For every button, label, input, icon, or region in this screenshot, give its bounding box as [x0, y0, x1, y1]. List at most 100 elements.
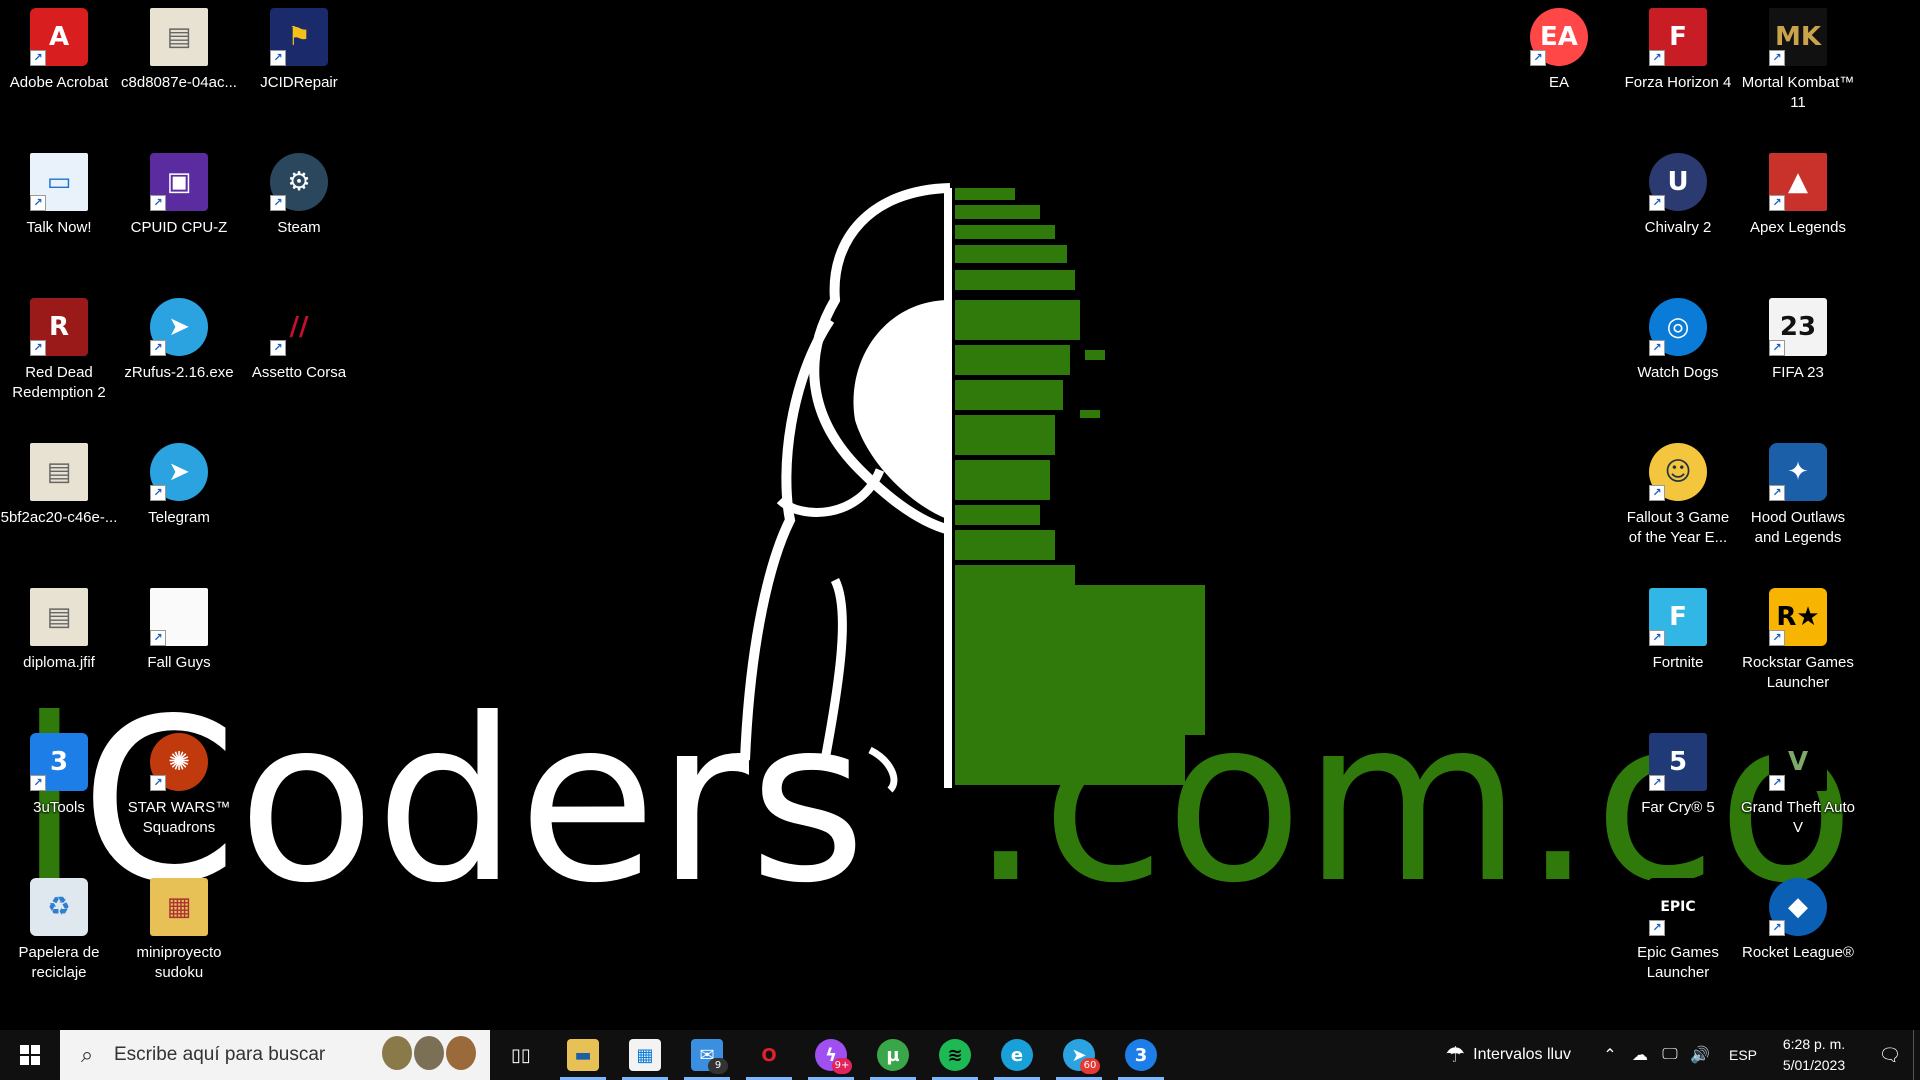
taskbar-app-messenger[interactable]: ϟ 9+: [800, 1030, 862, 1080]
fortnite-icon: F ↗: [1649, 588, 1707, 646]
shortcut-arrow-icon: ↗: [1769, 195, 1785, 211]
shortcut-arrow-icon: ↗: [270, 195, 286, 211]
telegram-icon: ➤ ↗: [150, 443, 208, 501]
epic-icon: EPIC ↗: [1649, 878, 1707, 936]
desktop-icon-forza[interactable]: F ↗ Forza Horizon 4: [1619, 0, 1737, 120]
show-desktop-button[interactable]: [1913, 1030, 1920, 1080]
folder-icon: ▦: [150, 878, 208, 936]
desktop-icon-rocket[interactable]: ◆ ↗ Rocket League®: [1739, 870, 1857, 990]
vault-boy-icon: ☺ ↗: [1649, 443, 1707, 501]
desktop-icon-recycle[interactable]: ♻ Papelera de reciclaje: [0, 870, 118, 990]
desktop-icon-talk-now[interactable]: ▭ ↗ Talk Now!: [0, 145, 118, 265]
desktop-icon-fall-guys[interactable]: ↗ Fall Guys: [120, 580, 238, 700]
desktop-icon-fallout3[interactable]: ☺ ↗ Fallout 3 Game of the Year E...: [1619, 435, 1737, 555]
taskbar-app-task-view[interactable]: ▯▯: [490, 1030, 552, 1080]
desktop-icon-label: 5bf2ac20-c46e-...: [0, 509, 118, 526]
shortcut-arrow-icon: ↗: [1649, 50, 1665, 66]
desktop-icon-label: JCIDRepair: [260, 74, 338, 91]
farcry-icon: 5 ↗: [1649, 733, 1707, 791]
search-icon: ⌕: [80, 1042, 94, 1067]
desktop-icon-rdr2[interactable]: R ↗ Red Dead Redemption 2: [0, 290, 118, 410]
desktop-icon-label: Red Dead Redemption 2: [12, 364, 106, 401]
desktop-icon-label: Mortal Kombat™ 11: [1741, 74, 1855, 111]
desktop-icon-label: Hood Outlaws and Legends: [1750, 509, 1846, 546]
desktop-icon-zrufus[interactable]: ➤ ↗ zRufus-2.16.exe: [120, 290, 238, 410]
search-placeholder: Escribe aquí para buscar: [114, 1044, 326, 1065]
taskbar-app-opera[interactable]: O: [738, 1030, 800, 1080]
desktop-icon-fortnite[interactable]: F ↗ Fortnite: [1619, 580, 1737, 700]
unreal-icon: U ↗: [1649, 153, 1707, 211]
desktop-icon-label: Papelera de reciclaje: [18, 944, 100, 981]
taskbar-pinned-apps: ▯▯ ▬ ▦ ✉ 9 Oϟ 9+ µ ≋ e ➤ 60 3: [490, 1030, 1172, 1080]
desktop-icon-gtav[interactable]: V ↗ Grand Theft Auto V: [1739, 725, 1857, 845]
desktop-icon-label: Apex Legends: [1750, 219, 1846, 236]
desktop-icon-adobe-acrobat[interactable]: A ↗ Adobe Acrobat: [0, 0, 118, 120]
desktop-icon-label: FIFA 23: [1772, 364, 1824, 381]
shortcut-arrow-icon: ↗: [30, 195, 46, 211]
desktop-icon-assetto[interactable]: //↗ Assetto Corsa: [240, 290, 358, 410]
taskbar-app-spotify[interactable]: ≋: [924, 1030, 986, 1080]
desktop-icon-rockstar[interactable]: R★ ↗ Rockstar Games Launcher: [1739, 580, 1857, 700]
desktop-icon-label: Telegram: [148, 509, 210, 526]
taskbar-app-mail[interactable]: ✉ 9: [676, 1030, 738, 1080]
desktop-icon-chivalry[interactable]: U ↗ Chivalry 2: [1619, 145, 1737, 265]
desktop-icon-hood[interactable]: ✦ ↗ Hood Outlaws and Legends: [1739, 435, 1857, 555]
shortcut-arrow-icon: ↗: [1649, 195, 1665, 211]
notification-center-icon[interactable]: 🗨: [1867, 1045, 1913, 1066]
shortcut-arrow-icon: ↗: [150, 630, 166, 646]
desktop-icon-steam[interactable]: ⚙ ↗ Steam: [240, 145, 358, 265]
taskbar-app-ms-store[interactable]: ▦: [614, 1030, 676, 1080]
shortcut-arrow-icon: ↗: [1769, 340, 1785, 356]
forza-icon: F ↗: [1649, 8, 1707, 66]
clock[interactable]: 6:28 p. m. 5/01/2023: [1775, 1034, 1853, 1076]
jcid-icon: ⚑ ↗: [270, 8, 328, 66]
acrobat-icon: A ↗: [30, 8, 88, 66]
blank-file-icon: ↗: [150, 588, 208, 646]
desktop-icon-swsquadrons[interactable]: ✺ ↗ STAR WARS™ Squadrons: [120, 725, 238, 845]
taskbar-app-telegram[interactable]: ➤ 60: [1048, 1030, 1110, 1080]
desktop-icon-mk11[interactable]: MK ↗ Mortal Kombat™ 11: [1739, 0, 1857, 120]
chevron-up-icon[interactable]: ⌃: [1597, 1045, 1623, 1065]
desktop-icon-label: Rocket League®: [1742, 944, 1854, 961]
recycle-bin-icon: ♻: [30, 878, 88, 936]
taskbar-app-utorrent[interactable]: µ: [862, 1030, 924, 1080]
desktop-icon-label: Fallout 3 Game of the Year E...: [1626, 509, 1730, 546]
taskbar-search-box[interactable]: ⌕ Escribe aquí para buscar: [60, 1030, 490, 1080]
taskbar-app-edge[interactable]: e: [986, 1030, 1048, 1080]
desktop-icon-telegram[interactable]: ➤ ↗ Telegram: [120, 435, 238, 555]
desktop-icon-farcry5[interactable]: 5 ↗ Far Cry® 5: [1619, 725, 1737, 845]
desktop-icon-label: miniproyecto sudoku: [136, 944, 222, 981]
taskbar-app-file-explorer[interactable]: ▬: [552, 1030, 614, 1080]
shortcut-arrow-icon: ↗: [150, 195, 166, 211]
desktop-icon-3utools[interactable]: 3 ↗ 3uTools: [0, 725, 118, 845]
speaker-icon[interactable]: 🔊: [1687, 1045, 1713, 1065]
apex-icon: ▲ ↗: [1769, 153, 1827, 211]
input-language[interactable]: ESP: [1729, 1047, 1757, 1063]
hood-icon: ✦ ↗: [1769, 443, 1827, 501]
start-button[interactable]: [0, 1030, 60, 1080]
network-icon[interactable]: 🖵: [1657, 1046, 1683, 1064]
desktop-icon-c8d8087e[interactable]: ▤ c8d8087e-04ac...: [120, 0, 238, 120]
desktop-icon-epic[interactable]: EPIC ↗ Epic Games Launcher: [1619, 870, 1737, 990]
shortcut-arrow-icon: ↗: [1649, 340, 1665, 356]
cloud-icon[interactable]: ☁: [1627, 1045, 1653, 1065]
taskbar-app-3utools[interactable]: 3: [1110, 1030, 1172, 1080]
desktop-icon-fifa[interactable]: 23 ↗ FIFA 23: [1739, 290, 1857, 410]
desktop-icon-5bf2ac20[interactable]: ▤ 5bf2ac20-c46e-...: [0, 435, 118, 555]
weather-widget[interactable]: ☂ Intervalos lluv: [1445, 1042, 1571, 1068]
desktop-icon-watchdogs[interactable]: ◎ ↗ Watch Dogs: [1619, 290, 1737, 410]
taskbar: ⌕ Escribe aquí para buscar ▯▯ ▬ ▦ ✉ 9 Oϟ 9+ µ ≋ e…: [0, 1030, 1920, 1080]
desktop-icon-cpuz[interactable]: ▣ ↗ CPUID CPU-Z: [120, 145, 238, 265]
desktop-icon-jcidrepair[interactable]: ⚑ ↗ JCIDRepair: [240, 0, 358, 120]
shortcut-arrow-icon: ↗: [150, 775, 166, 791]
steam-icon: ⚙ ↗: [270, 153, 328, 211]
shortcut-arrow-icon: ↗: [1769, 485, 1785, 501]
desktop-icon-sudoku[interactable]: ▦ miniproyecto sudoku: [120, 870, 238, 990]
desktop-icon-apex[interactable]: ▲ ↗ Apex Legends: [1739, 145, 1857, 265]
desktop-icon-ea[interactable]: EA ↗ EA: [1500, 0, 1618, 120]
desktop-icon-diploma[interactable]: ▤ diploma.jfif: [0, 580, 118, 700]
desktop-icon-label: Rockstar Games Launcher: [1742, 654, 1854, 691]
shortcut-arrow-icon: ↗: [150, 340, 166, 356]
image-file-icon: ▤: [30, 588, 88, 646]
desktop-icon-label: Talk Now!: [26, 219, 92, 236]
